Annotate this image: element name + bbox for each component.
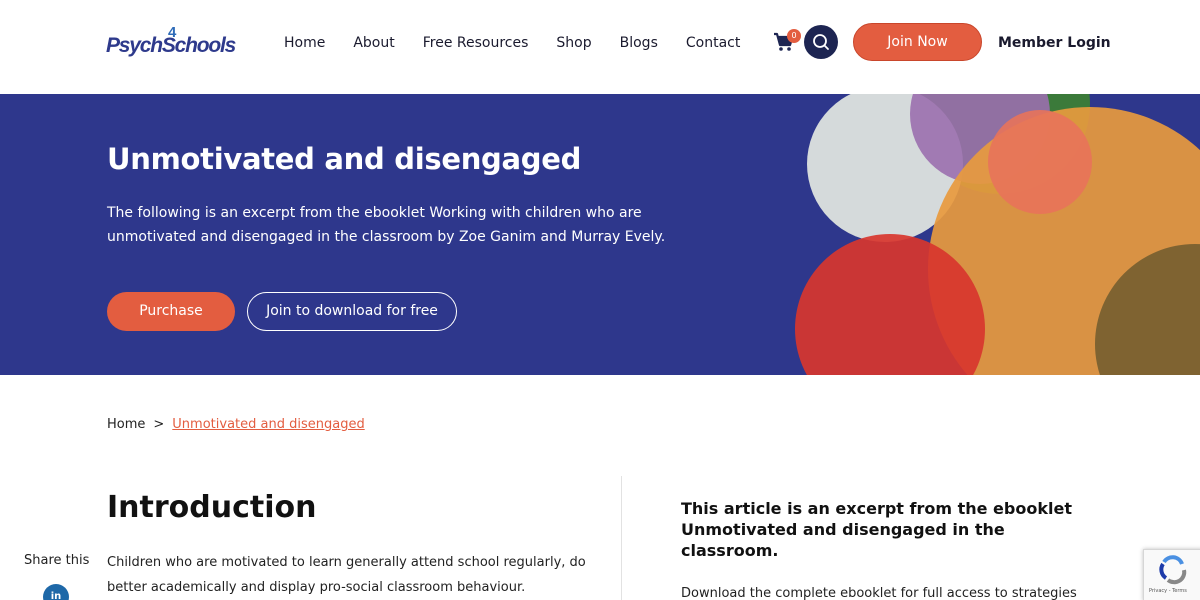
recaptcha-footer[interactable]: Privacy - Terms (1149, 588, 1187, 594)
nav-blogs[interactable]: Blogs (620, 34, 658, 52)
search-icon (813, 34, 829, 50)
breadcrumb-current[interactable]: Unmotivated and disengaged (172, 417, 364, 432)
hero-title: Unmotivated and disengaged (107, 142, 582, 176)
recaptcha-badge[interactable]: Privacy - Terms (1143, 549, 1200, 600)
recaptcha-icon (1159, 555, 1187, 585)
breadcrumb: Home > Unmotivated and disengaged (107, 416, 365, 434)
join-now-button[interactable]: Join Now (853, 23, 982, 61)
sidebar-text: Download the complete ebooklet for full … (681, 586, 1077, 600)
hero-description: The following is an excerpt from the ebo… (107, 205, 666, 245)
nav-shop[interactable]: Shop (556, 34, 591, 52)
member-login-link[interactable]: Member Login (998, 34, 1111, 52)
purchase-button[interactable]: Purchase (107, 292, 235, 331)
cart-count-badge: 0 (787, 29, 801, 43)
nav-about[interactable]: About (353, 34, 394, 52)
breadcrumb-home[interactable]: Home (107, 417, 145, 432)
site-header: PsychSchools 4 Home About Free Resources… (0, 0, 1200, 94)
decorative-circles (795, 94, 1200, 375)
search-button[interactable] (804, 25, 838, 59)
intro-paragraph: Children who are motivated to learn gene… (107, 555, 586, 595)
column-divider (621, 476, 622, 600)
intro-heading: Introduction (107, 490, 317, 525)
hero-banner: Unmotivated and disengaged The following… (0, 94, 1200, 375)
nav-home[interactable]: Home (284, 34, 325, 52)
main-nav: Home About Free Resources Shop Blogs Con… (284, 34, 768, 52)
join-download-free-button[interactable]: Join to download for free (247, 292, 457, 331)
site-logo[interactable]: PsychSchools 4 (106, 24, 254, 64)
nav-contact[interactable]: Contact (686, 34, 740, 52)
logo-four: 4 (168, 24, 177, 41)
sidebar-heading: This article is an excerpt from the eboo… (681, 499, 1072, 560)
nav-free-resources[interactable]: Free Resources (423, 34, 529, 52)
share-label: Share this (24, 553, 90, 568)
breadcrumb-separator: > (153, 417, 165, 432)
linkedin-share-icon[interactable]: in (43, 584, 69, 600)
